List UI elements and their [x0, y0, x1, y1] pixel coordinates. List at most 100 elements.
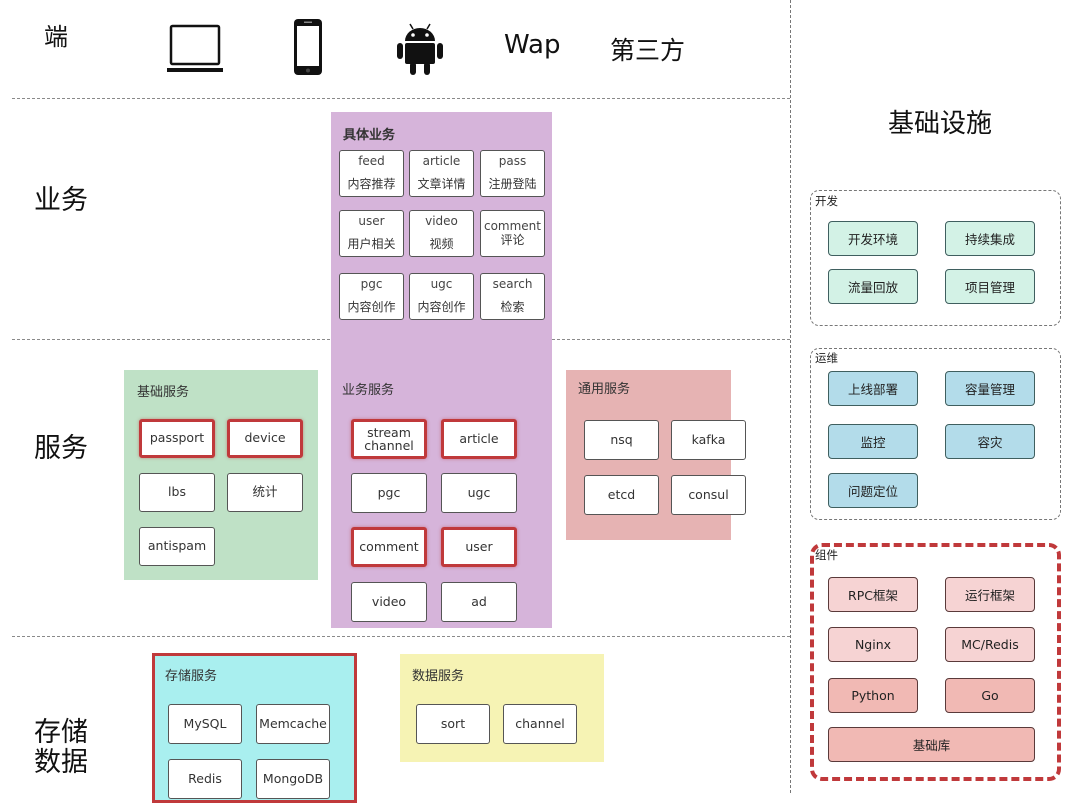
basic-service-label: passport — [149, 430, 205, 446]
component-item-label: RPC框架 — [848, 588, 898, 603]
basic-service-0[interactable]: passport — [139, 419, 215, 458]
layer-label-service: 服务 — [34, 433, 88, 464]
basic-services-title: 基础服务 — [137, 385, 190, 400]
dev-item-label: 持续集成 — [964, 232, 1015, 247]
business-item-comment[interactable]: comment 评论 — [480, 210, 545, 257]
common-service-consul[interactable]: consul — [671, 475, 746, 515]
dev-item-0[interactable]: 开发环境 — [828, 221, 918, 256]
business-service-0[interactable]: stream channel — [351, 419, 427, 459]
basic-service-2[interactable]: lbs — [139, 473, 215, 512]
business-service-7[interactable]: ad — [441, 582, 517, 622]
storage-service-mysql[interactable]: MySQL — [168, 704, 242, 744]
ops-item-label: 容量管理 — [964, 382, 1015, 397]
basic-service-3[interactable]: 统计 — [227, 473, 303, 512]
business-item-ugc[interactable]: ugc 内容创作 — [409, 273, 474, 320]
divider-infrastructure — [790, 0, 791, 793]
component-item-0[interactable]: RPC框架 — [828, 577, 918, 612]
ops-item-label: 监控 — [860, 435, 886, 450]
data-service-sort[interactable]: sort — [416, 704, 490, 744]
ops-item-4[interactable]: 问题定位 — [828, 473, 918, 508]
ops-item-label: 问题定位 — [847, 484, 898, 499]
ops-group-title: 运维 — [815, 351, 838, 365]
business-item-en: pass — [498, 154, 527, 168]
business-item-zh: 内容推荐 — [347, 177, 396, 192]
common-service-label: etcd — [607, 486, 636, 502]
business-service-2[interactable]: pgc — [351, 473, 427, 513]
business-service-5[interactable]: user — [441, 527, 517, 567]
ops-item-label: 容灾 — [977, 435, 1003, 450]
common-service-label: consul — [688, 486, 729, 502]
common-service-nsq[interactable]: nsq — [584, 420, 659, 460]
common-service-label: nsq — [610, 431, 633, 447]
component-item-2[interactable]: Nginx — [828, 627, 918, 662]
ops-item-1[interactable]: 容量管理 — [945, 371, 1035, 406]
business-service-1[interactable]: article — [441, 419, 517, 459]
business-item-zh: 检索 — [500, 300, 525, 315]
common-services-title: 通用服务 — [578, 382, 631, 397]
component-item-4[interactable]: Python — [828, 678, 918, 713]
basic-service-1[interactable]: device — [227, 419, 303, 458]
component-item-label: MC/Redis — [961, 637, 1019, 652]
business-service-3[interactable]: ugc — [441, 473, 517, 513]
component-item-3[interactable]: MC/Redis — [945, 627, 1035, 662]
components-group-title: 组件 — [815, 548, 838, 562]
common-service-label: kafka — [691, 431, 726, 447]
ops-item-2[interactable]: 监控 — [828, 424, 918, 459]
component-item-6[interactable]: 基础库 — [828, 727, 1035, 762]
basic-service-label: antispam — [147, 538, 207, 554]
ops-item-3[interactable]: 容灾 — [945, 424, 1035, 459]
business-item-zh: 内容创作 — [347, 300, 396, 315]
business-item-zh: 文章详情 — [417, 177, 466, 192]
divider-client-business — [12, 98, 790, 99]
storage-service-label: MongoDB — [262, 770, 324, 786]
component-item-1[interactable]: 运行框架 — [945, 577, 1035, 612]
business-item-user[interactable]: user 用户相关 — [339, 210, 404, 257]
ops-item-label: 上线部署 — [847, 382, 898, 397]
data-service-label: sort — [440, 715, 466, 731]
business-item-zh: 内容创作 — [417, 300, 466, 315]
common-service-etcd[interactable]: etcd — [584, 475, 659, 515]
business-item-feed[interactable]: feed 内容推荐 — [339, 150, 404, 197]
business-item-search[interactable]: search 检索 — [480, 273, 545, 320]
dev-group — [810, 190, 1061, 326]
data-service-channel[interactable]: channel — [503, 704, 577, 744]
common-service-kafka[interactable]: kafka — [671, 420, 746, 460]
layer-label-business: 业务 — [34, 185, 88, 216]
layer-label-client: 端 — [44, 23, 68, 51]
business-item-pgc[interactable]: pgc 内容创作 — [339, 273, 404, 320]
storage-services-title: 存储服务 — [165, 669, 218, 684]
business-item-en: user — [358, 214, 385, 228]
dev-item-3[interactable]: 项目管理 — [945, 269, 1035, 304]
business-panel-title: 具体业务 — [343, 128, 396, 143]
storage-service-label: MySQL — [183, 715, 227, 731]
business-item-zh: 评论 — [500, 232, 525, 247]
component-item-5[interactable]: Go — [945, 678, 1035, 713]
business-service-6[interactable]: video — [351, 582, 427, 622]
business-item-article[interactable]: article 文章详情 — [409, 150, 474, 197]
client-third-party: 第三方 — [610, 36, 686, 65]
client-wap: Wap — [504, 30, 561, 60]
business-item-video[interactable]: video 视频 — [409, 210, 474, 257]
basic-service-4[interactable]: antispam — [139, 527, 215, 566]
storage-service-redis[interactable]: Redis — [168, 759, 242, 799]
business-service-label: stream channel — [364, 424, 414, 453]
business-item-en: feed — [358, 154, 385, 168]
business-service-label: comment — [359, 538, 419, 554]
business-item-pass[interactable]: pass 注册登陆 — [480, 150, 545, 197]
business-service-4[interactable]: comment — [351, 527, 427, 567]
storage-service-memcache[interactable]: Memcache — [256, 704, 330, 744]
business-item-en: article — [422, 154, 461, 168]
storage-service-label: Memcache — [259, 715, 327, 731]
dev-item-1[interactable]: 持续集成 — [945, 221, 1035, 256]
dev-item-label: 开发环境 — [847, 232, 898, 247]
ops-item-0[interactable]: 上线部署 — [828, 371, 918, 406]
component-item-label: Go — [981, 688, 999, 703]
dev-item-2[interactable]: 流量回放 — [828, 269, 918, 304]
business-service-label: video — [371, 593, 407, 609]
storage-service-mongodb[interactable]: MongoDB — [256, 759, 330, 799]
business-services-title: 业务服务 — [342, 383, 395, 398]
business-item-zh: 注册登陆 — [488, 177, 537, 192]
dev-group-title: 开发 — [815, 194, 838, 208]
business-item-zh: 用户相关 — [347, 237, 396, 252]
component-item-label: Python — [851, 688, 895, 703]
